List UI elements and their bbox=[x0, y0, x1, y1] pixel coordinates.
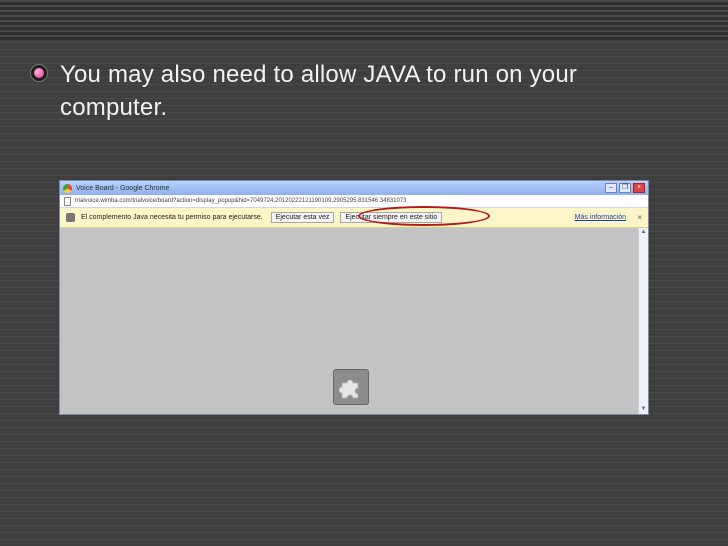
run-once-button[interactable]: Ejecutar esta vez bbox=[270, 212, 335, 223]
close-button[interactable]: × bbox=[633, 183, 645, 193]
plugin-icon bbox=[66, 213, 75, 222]
page-content bbox=[60, 228, 639, 414]
chrome-icon bbox=[63, 183, 72, 193]
maximize-button[interactable]: ❐ bbox=[619, 183, 631, 193]
vertical-scrollbar[interactable]: ▲ ▼ bbox=[638, 228, 648, 414]
puzzle-piece-icon bbox=[338, 379, 359, 399]
window-title: Voice Board - Google Chrome bbox=[76, 184, 170, 192]
address-bar[interactable]: trialvoice.wimba.com/trialvoice/board?ac… bbox=[60, 195, 648, 208]
bullet-circle-icon bbox=[30, 64, 48, 82]
plugin-placeholder[interactable] bbox=[333, 369, 369, 405]
browser-screenshot: Voice Board - Google Chrome – ❐ × trialv… bbox=[59, 180, 649, 415]
scroll-down-icon[interactable]: ▼ bbox=[639, 405, 648, 414]
infobar-close-icon[interactable]: × bbox=[637, 213, 642, 222]
plugin-infobar: El complemento Java necesita tu permiso … bbox=[60, 206, 648, 228]
more-info-link[interactable]: Más información bbox=[575, 214, 626, 221]
scroll-up-icon[interactable]: ▲ bbox=[639, 228, 648, 237]
highlight-oval bbox=[358, 206, 490, 226]
slide-top-band bbox=[0, 0, 728, 40]
page-icon bbox=[64, 196, 71, 206]
minimize-button[interactable]: – bbox=[605, 183, 617, 193]
infobar-message: El complemento Java necesita tu permiso … bbox=[81, 214, 263, 221]
browser-titlebar: Voice Board - Google Chrome – ❐ × bbox=[60, 181, 648, 195]
url-text[interactable]: trialvoice.wimba.com/trialvoice/board?ac… bbox=[75, 198, 406, 204]
bullet-text: You may also need to allow JAVA to run o… bbox=[60, 61, 578, 121]
window-controls: – ❐ × bbox=[605, 183, 645, 193]
